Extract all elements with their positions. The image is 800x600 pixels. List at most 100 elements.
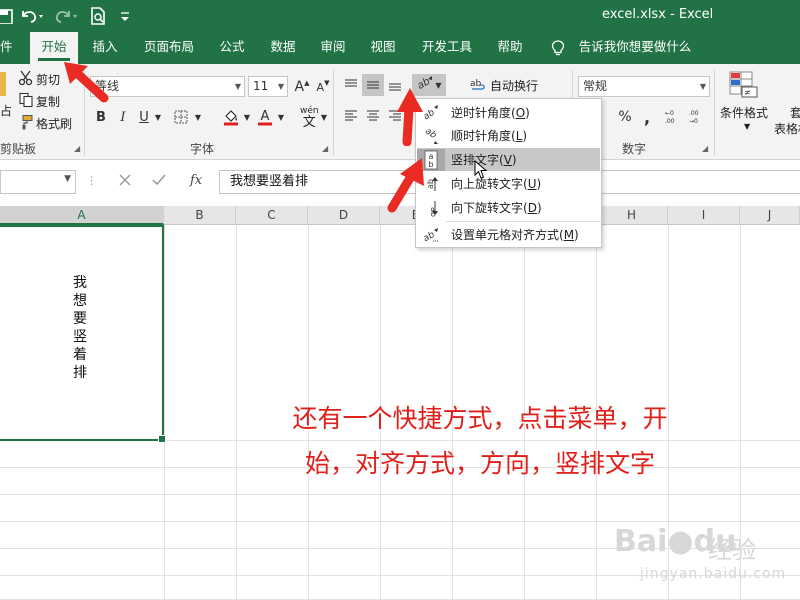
conditional-format-label[interactable]: 条件格式 — [720, 104, 768, 121]
menu-item-label: 向下旋转文字(D) — [451, 201, 542, 215]
chevron-down-icon: ▼ — [744, 122, 751, 131]
clipboard-launcher-icon[interactable]: ◢ — [74, 144, 80, 153]
confirm-entry-icon[interactable] — [152, 173, 166, 187]
tell-me-box[interactable]: 告诉我你想要做什么 — [576, 32, 694, 64]
increase-decimal-icon[interactable]: ←0.00 — [664, 106, 686, 128]
font-size-value: 11 — [253, 79, 269, 93]
cancel-entry-icon[interactable] — [118, 173, 132, 187]
phonetic-dropdown-icon[interactable]: ▼ — [318, 106, 330, 128]
column-header-d[interactable]: D — [308, 206, 380, 225]
cut-button[interactable]: 剪切 — [18, 70, 60, 89]
grid-line — [0, 521, 800, 522]
paste-icon[interactable] — [0, 72, 6, 96]
menu-item-label: 逆时针角度(O) — [451, 106, 530, 120]
column-header-j[interactable]: J — [740, 206, 800, 225]
save-icon[interactable] — [0, 5, 14, 27]
align-center-icon[interactable] — [362, 104, 384, 126]
phonetic-guide-button[interactable]: wén 文 — [300, 106, 319, 129]
svg-text:A: A — [261, 109, 270, 124]
bold-button[interactable]: B — [90, 106, 112, 128]
chevron-down-icon: ▼ — [277, 82, 284, 91]
orientation-dropdown-icon: ▼ — [435, 80, 442, 90]
orientation-menu: ab 逆时针角度(O) ab 顺时针角度(L) ab 竖排文字(V) ab 向上… — [415, 98, 602, 248]
name-box[interactable]: ▼ — [0, 170, 76, 194]
paste-fragment[interactable]: 占 — [0, 102, 12, 119]
red-arrow-to-orientation-icon — [392, 84, 426, 146]
number-launcher-icon[interactable]: ◢ — [702, 144, 708, 153]
lightbulb-icon — [548, 32, 568, 64]
tab-page-layout[interactable]: 页面布局 — [136, 32, 202, 64]
column-header-i[interactable]: I — [668, 206, 740, 225]
font-launcher-icon[interactable]: ◢ — [322, 144, 328, 153]
copy-button[interactable]: 复制 — [18, 92, 60, 111]
menu-item-rotate-up[interactable]: ab 向上旋转文字(U) — [417, 172, 600, 195]
align-left-icon[interactable] — [340, 104, 362, 126]
column-header-a[interactable]: A — [0, 206, 164, 225]
red-arrow-to-home-tab-icon — [58, 56, 114, 104]
group-separator — [714, 70, 715, 156]
format-as-table-fragment[interactable]: 表格格 — [774, 120, 800, 137]
vertical-char: 竖 — [73, 329, 87, 345]
menu-separator — [446, 221, 601, 222]
scissors-icon — [18, 70, 34, 89]
decrease-decimal-icon[interactable]: .00 →0 — [688, 106, 710, 128]
tab-review[interactable]: 审阅 — [311, 32, 355, 64]
fill-color-dropdown-icon[interactable]: ▼ — [241, 106, 253, 128]
menu-item-counterclockwise[interactable]: ab 逆时针角度(O) — [417, 101, 600, 124]
increase-font-button[interactable]: A ▲ — [291, 76, 313, 98]
tab-view[interactable]: 视图 — [361, 32, 405, 64]
format-as-table-fragment-top[interactable]: 套 — [790, 104, 800, 121]
number-format-combo[interactable]: 常规 ▼ — [578, 76, 710, 97]
menu-item-label: 顺时针角度(L) — [451, 129, 528, 143]
customize-qat-icon[interactable] — [118, 5, 132, 27]
cut-label: 剪切 — [36, 73, 61, 87]
column-header-b[interactable]: B — [164, 206, 236, 225]
clipboard-group-label: 剪贴板 — [0, 142, 37, 156]
group-separator — [333, 70, 334, 156]
tab-developer[interactable]: 开发工具 — [414, 32, 480, 64]
column-header-h[interactable]: H — [596, 206, 668, 225]
underline-dropdown-icon[interactable]: ▼ — [152, 106, 164, 128]
comma-style-button[interactable]: , — [636, 106, 658, 128]
conditional-format-icon[interactable]: ≠ — [728, 70, 758, 98]
menu-item-rotate-down[interactable]: ab 向下旋转文字(D) — [417, 196, 600, 219]
font-color-icon[interactable]: A — [254, 106, 276, 128]
tab-file[interactable]: 件 — [0, 32, 14, 64]
percent-style-button[interactable]: % — [614, 106, 636, 128]
insert-function-button[interactable]: fx — [190, 173, 202, 188]
menu-item-format-cell-alignment[interactable]: ab 设置单元格对齐方式(M) — [417, 223, 600, 246]
format-painter-button[interactable]: 格式刷 — [18, 114, 72, 133]
font-size-combo[interactable]: 11 ▼ — [248, 76, 288, 97]
decrease-font-button[interactable]: A ▼ — [312, 76, 334, 98]
fill-color-icon[interactable] — [220, 106, 242, 128]
italic-button[interactable]: I — [112, 106, 134, 128]
number-format-value: 常规 — [583, 79, 608, 93]
borders-dropdown-icon[interactable]: ▼ — [192, 106, 204, 128]
menu-item-label: 设置单元格对齐方式(M) — [451, 228, 579, 242]
print-preview-icon[interactable] — [88, 5, 108, 27]
svg-text:ab: ab — [470, 79, 482, 89]
borders-icon[interactable] — [170, 106, 192, 128]
tab-data[interactable]: 数据 — [261, 32, 305, 64]
tab-formulas[interactable]: 公式 — [210, 32, 254, 64]
wrap-text-icon: ab — [470, 76, 486, 95]
font-group-label: 字体 — [190, 142, 215, 156]
increase-font-label: A — [294, 79, 305, 95]
menu-item-vertical-text[interactable]: ab 竖排文字(V) — [417, 148, 600, 171]
column-header-c[interactable]: C — [236, 206, 308, 225]
format-painter-icon — [18, 114, 34, 133]
font-color-dropdown-icon[interactable]: ▼ — [275, 106, 287, 128]
menu-item-clockwise[interactable]: ab 顺时针角度(L) — [417, 124, 600, 147]
vertical-char: 要 — [73, 311, 87, 327]
undo-icon[interactable] — [18, 5, 44, 27]
redo-icon[interactable] — [52, 5, 78, 27]
svg-text:≠: ≠ — [744, 88, 751, 97]
wrap-text-button[interactable]: ab 自动换行 — [470, 76, 538, 95]
top-align-icon[interactable] — [340, 74, 362, 96]
tab-help[interactable]: 帮助 — [488, 32, 532, 64]
mouse-cursor-icon — [474, 160, 488, 180]
red-arrow-to-vertical-text-icon — [384, 152, 430, 214]
middle-align-icon[interactable] — [362, 74, 384, 96]
paw-icon: ● — [667, 524, 694, 559]
watermark-brand-text: Bai — [614, 524, 668, 559]
